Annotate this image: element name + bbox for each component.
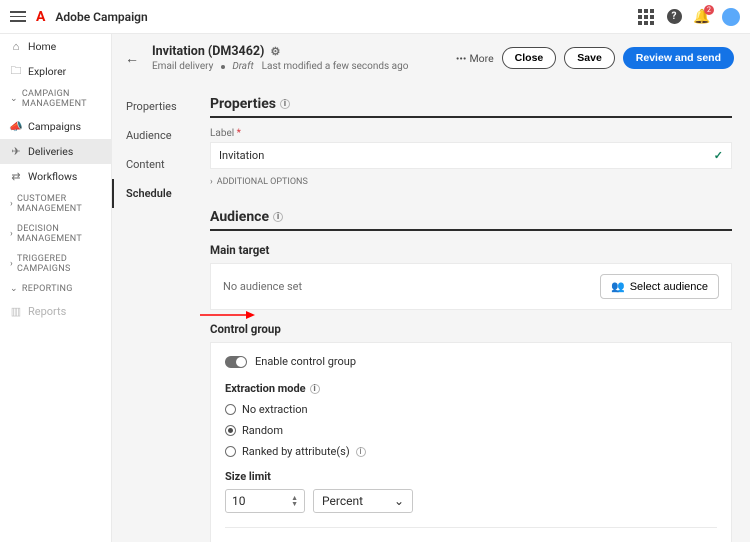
more-button[interactable]: ••• More: [456, 52, 494, 65]
main-target-panel: No audience set 👥Select audience: [210, 263, 732, 310]
review-send-button[interactable]: Review and send: [623, 47, 734, 69]
save-button[interactable]: Save: [564, 47, 615, 69]
sidebar-item-label: Workflows: [28, 170, 77, 183]
chevron-down-icon: ⌄: [10, 284, 18, 294]
app-name: Adobe Campaign: [55, 10, 147, 24]
plane-icon: ✈: [10, 146, 22, 158]
people-icon: 👥: [611, 280, 625, 293]
control-group-panel: Enable control group Extraction mode i No…: [210, 342, 732, 542]
sidebar-item-reports[interactable]: ▥ Reports: [0, 299, 111, 324]
sidebar-item-label: Deliveries: [28, 145, 73, 158]
chevron-right-icon: ›: [10, 259, 13, 269]
additional-options-toggle[interactable]: ›ADDITIONAL OPTIONS: [210, 177, 732, 187]
menu-icon[interactable]: [10, 9, 26, 25]
status-dot-icon: [221, 65, 225, 69]
avatar[interactable]: [722, 8, 740, 26]
select-audience-button[interactable]: 👥Select audience: [600, 274, 719, 299]
info-icon[interactable]: i: [356, 447, 366, 457]
size-unit-select[interactable]: Percent⌄: [313, 489, 413, 513]
sidebar-section-customer[interactable]: ›CUSTOMER MANAGEMENT: [0, 189, 111, 219]
info-icon[interactable]: i: [273, 212, 283, 222]
chevron-right-icon: ›: [10, 229, 13, 239]
settings-icon[interactable]: ⚙: [270, 45, 280, 58]
label-input[interactable]: Invitation✓: [210, 142, 732, 169]
chevron-down-icon: ⌄: [10, 94, 18, 104]
sidebar-section-campaign[interactable]: ⌄CAMPAIGN MANAGEMENT: [0, 84, 111, 114]
radio-random[interactable]: Random: [225, 424, 717, 437]
delivery-type: Email delivery: [152, 61, 213, 72]
megaphone-icon: 📣: [10, 121, 22, 133]
sidebar: ⌂ Home 🗀 Explorer ⌄CAMPAIGN MANAGEMENT 📣 Ca…: [0, 34, 112, 542]
check-icon: ✓: [714, 149, 723, 162]
sidebar-item-explorer[interactable]: 🗀 Explorer: [0, 59, 111, 84]
size-value-stepper[interactable]: 10▲▼: [225, 489, 305, 513]
sidebar-item-workflows[interactable]: ⇄ Workflows: [0, 164, 111, 189]
bell-icon[interactable]: 🔔2: [694, 9, 710, 25]
divider: [225, 527, 717, 528]
label-field-label: Label: [210, 128, 732, 139]
enable-control-group-label: Enable control group: [255, 355, 356, 368]
sidebar-item-deliveries[interactable]: ✈ Deliveries: [0, 139, 111, 164]
enable-control-group-toggle[interactable]: [225, 356, 247, 368]
folder-icon: 🗀: [10, 66, 22, 78]
sidebar-item-home[interactable]: ⌂ Home: [0, 34, 111, 59]
tab-schedule[interactable]: Schedule: [112, 179, 192, 208]
radio-no-extraction[interactable]: No extraction: [225, 403, 717, 416]
close-button[interactable]: Close: [502, 47, 557, 69]
sidebar-section-reporting[interactable]: ⌄REPORTING: [0, 279, 111, 299]
extraction-mode-label: Extraction mode: [225, 382, 306, 395]
adobe-logo: A: [36, 9, 45, 25]
status-badge: Draft: [232, 61, 253, 72]
info-icon[interactable]: i: [280, 99, 290, 109]
page-title: Invitation (DM3462): [152, 44, 264, 59]
sidebar-item-label: Reports: [28, 305, 66, 318]
size-limit-label: Size limit: [225, 470, 717, 483]
stepper-icon[interactable]: ▲▼: [291, 495, 298, 507]
last-modified: Last modified a few seconds ago: [262, 61, 409, 72]
help-icon[interactable]: ?: [666, 9, 682, 25]
divider: [210, 116, 732, 118]
chevron-right-icon: ›: [10, 199, 13, 209]
radio-ranked[interactable]: Ranked by attribute(s)i: [225, 445, 717, 458]
properties-heading: Properties: [210, 96, 276, 112]
workflow-icon: ⇄: [10, 171, 22, 183]
divider: [210, 229, 732, 231]
main-target-heading: Main target: [210, 243, 732, 257]
chart-icon: ▥: [10, 306, 22, 318]
tab-content[interactable]: Content: [112, 150, 192, 179]
chevron-down-icon: ⌄: [394, 494, 404, 508]
tab-properties[interactable]: Properties: [112, 92, 192, 121]
chevron-right-icon: ›: [210, 177, 213, 187]
tab-audience[interactable]: Audience: [112, 121, 192, 150]
notification-badge: 2: [704, 5, 714, 15]
sidebar-section-triggered[interactable]: ›TRIGGERED CAMPAIGNS: [0, 249, 111, 279]
sidebar-item-label: Explorer: [28, 65, 66, 78]
control-group-heading: Control group: [210, 322, 732, 336]
sidebar-item-campaigns[interactable]: 📣 Campaigns: [0, 114, 111, 139]
audience-heading: Audience: [210, 209, 269, 225]
home-icon: ⌂: [10, 41, 22, 53]
no-audience-text: No audience set: [223, 280, 302, 293]
vertical-tabs: Properties Audience Content Schedule: [112, 82, 192, 542]
apps-icon[interactable]: [638, 9, 654, 25]
sidebar-item-label: Campaigns: [28, 120, 81, 133]
info-icon[interactable]: i: [310, 384, 320, 394]
sidebar-section-decision[interactable]: ›DECISION MANAGEMENT: [0, 219, 111, 249]
sidebar-item-label: Home: [28, 40, 56, 53]
back-button[interactable]: ←: [122, 48, 142, 68]
